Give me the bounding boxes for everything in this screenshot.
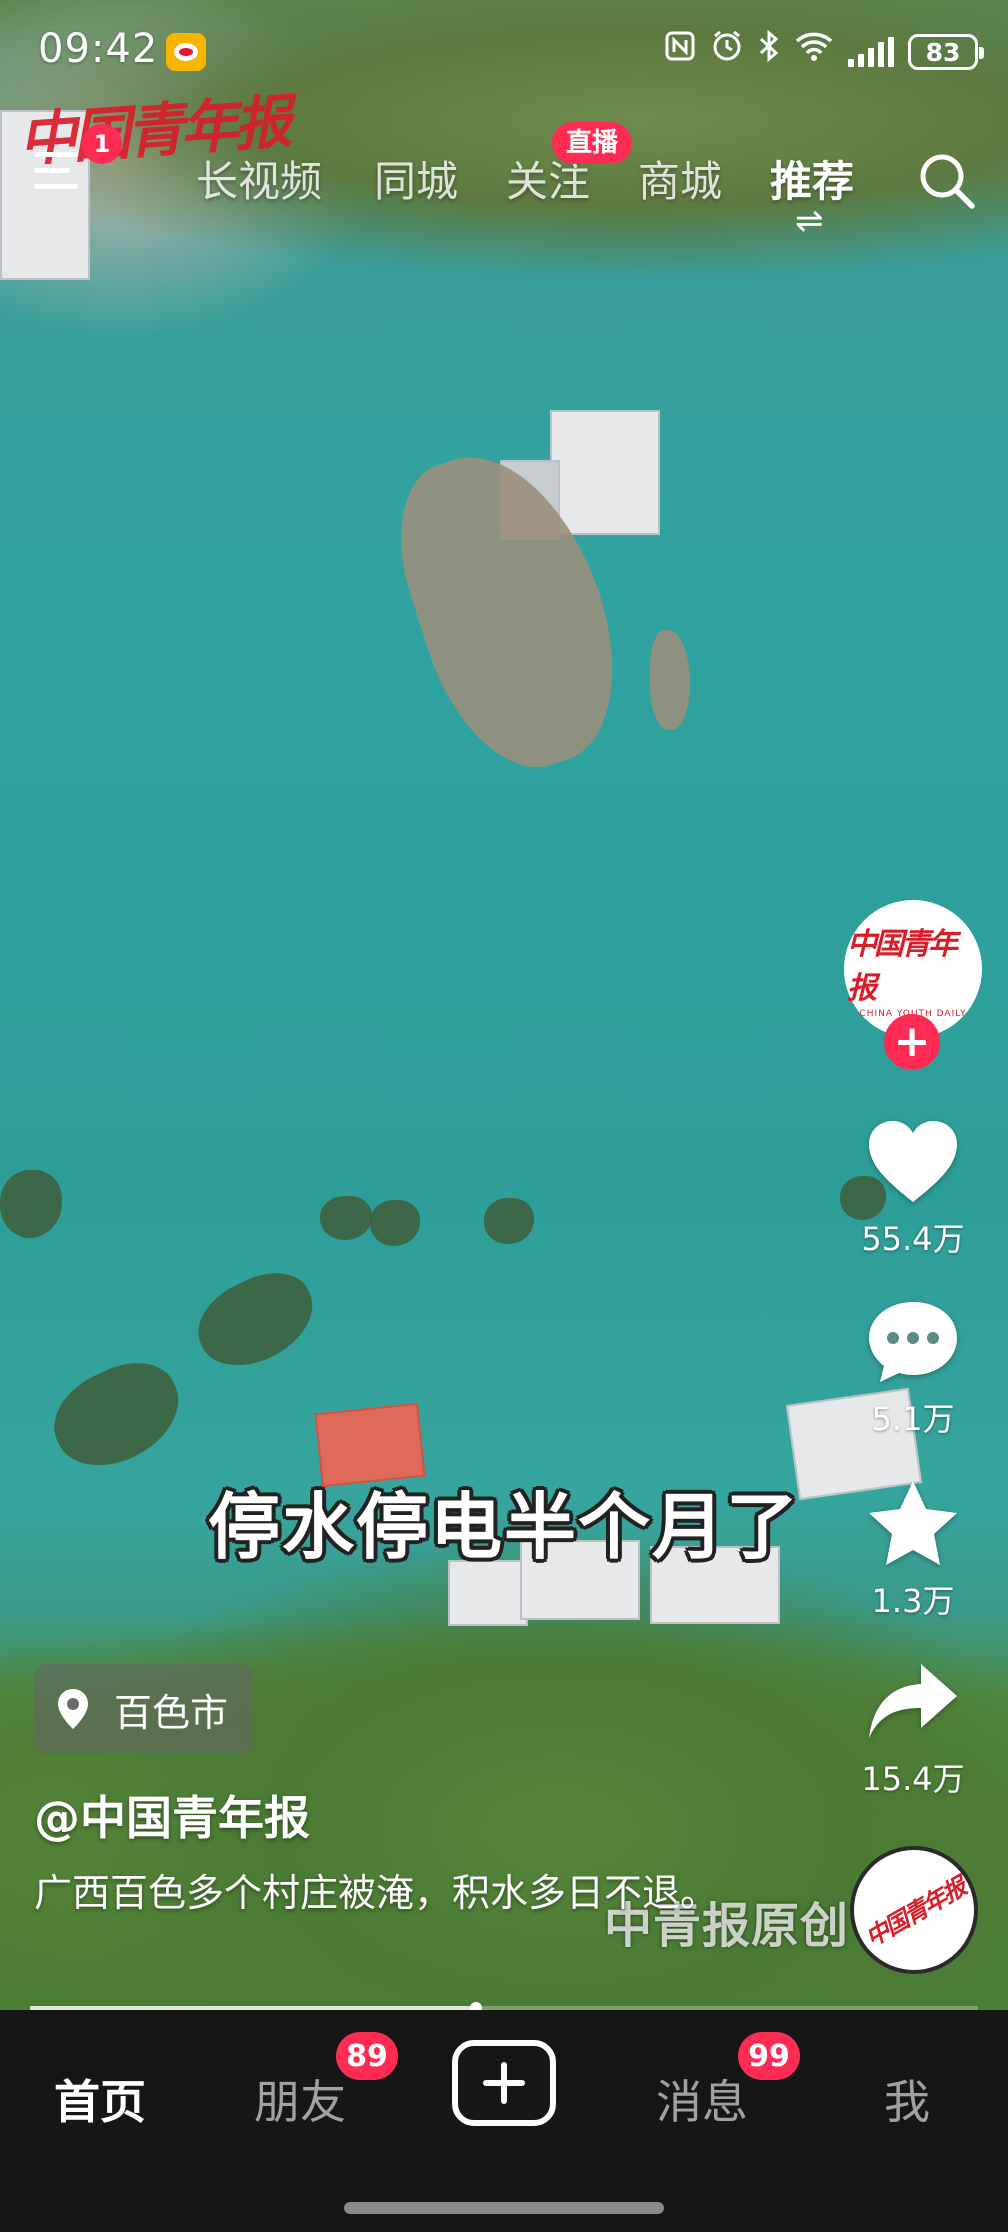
comment-count: 5.1万 bbox=[871, 1400, 955, 1438]
bluetooth-icon bbox=[758, 29, 780, 76]
plus-icon bbox=[483, 2062, 525, 2104]
scene-tree bbox=[320, 1196, 372, 1240]
status-icons: 83 bbox=[664, 29, 984, 76]
avatar-logo-text: 中国青年报 bbox=[847, 927, 958, 1006]
messages-badge: 99 bbox=[738, 2032, 800, 2080]
nfc-icon bbox=[664, 30, 696, 75]
weibo-icon bbox=[166, 33, 206, 71]
bottom-tab-messages[interactable]: 消息 bbox=[656, 2066, 748, 2132]
share-icon bbox=[869, 1664, 957, 1738]
share-count: 15.4万 bbox=[861, 1760, 965, 1798]
video-description: 广西百色多个村庄被淹，积水多日不退。 bbox=[34, 1871, 719, 1915]
battery-indicator: 83 bbox=[908, 34, 984, 70]
tab-recommend[interactable]: 推荐 bbox=[770, 148, 854, 209]
comment-button[interactable]: 5.1万 bbox=[840, 1298, 986, 1440]
video-subtitle: 停水停电半个月了 bbox=[207, 1485, 800, 1569]
home-indicator[interactable] bbox=[344, 2202, 664, 2214]
comment-icon bbox=[869, 1302, 957, 1382]
scene-tree bbox=[0, 1170, 62, 1238]
bottom-tab-home[interactable]: 首页 bbox=[54, 2066, 146, 2132]
menu-notification-badge: 1 bbox=[82, 124, 122, 164]
like-count: 55.4万 bbox=[861, 1220, 965, 1258]
scene-tree bbox=[184, 1258, 328, 1382]
scene-tree bbox=[484, 1198, 534, 1244]
location-chip[interactable]: 百色市 bbox=[34, 1664, 255, 1754]
search-icon[interactable] bbox=[916, 150, 978, 212]
scene-debris bbox=[650, 630, 690, 730]
tab-long-video[interactable]: 长视频 bbox=[196, 148, 322, 209]
like-button[interactable]: 55.4万 bbox=[840, 1118, 986, 1260]
alarm-icon bbox=[710, 29, 744, 76]
bottom-tab-me[interactable]: 我 bbox=[884, 2066, 930, 2132]
swap-icon: ⇌ bbox=[795, 201, 824, 241]
friends-badge: 89 bbox=[336, 2032, 398, 2080]
wifi-icon bbox=[794, 30, 834, 75]
share-button[interactable]: 15.4万 bbox=[840, 1658, 986, 1800]
create-button[interactable] bbox=[452, 2040, 556, 2126]
tab-nearby[interactable]: 同城 bbox=[374, 148, 458, 209]
scene-tree bbox=[370, 1200, 420, 1246]
music-disc[interactable]: 中国青年报 bbox=[850, 1846, 978, 1974]
bottom-tab-bar: 首页 朋友 89 消息 99 我 bbox=[0, 2010, 1008, 2232]
menu-button[interactable] bbox=[34, 150, 80, 190]
location-pin-icon bbox=[58, 1689, 88, 1729]
top-nav: 1 长视频 同城 关注 直播 商城 推荐 ⇌ bbox=[0, 118, 1008, 238]
scene-building bbox=[550, 410, 660, 535]
signal-icon bbox=[848, 37, 894, 67]
location-label: 百色市 bbox=[114, 1690, 229, 1735]
scene-tree bbox=[39, 1346, 195, 1484]
follow-button[interactable]: + bbox=[884, 1014, 940, 1070]
author-handle[interactable]: @中国青年报 bbox=[34, 1782, 310, 1848]
tab-mall[interactable]: 商城 bbox=[638, 148, 722, 209]
live-badge: 直播 bbox=[552, 122, 633, 164]
bottom-tab-friends[interactable]: 朋友 bbox=[254, 2066, 346, 2132]
heart-icon bbox=[869, 1121, 957, 1202]
music-disc-logo: 中国青年报 bbox=[860, 1871, 970, 1952]
status-time: 09:42 bbox=[38, 26, 159, 72]
favorite-count: 1.3万 bbox=[871, 1582, 955, 1620]
